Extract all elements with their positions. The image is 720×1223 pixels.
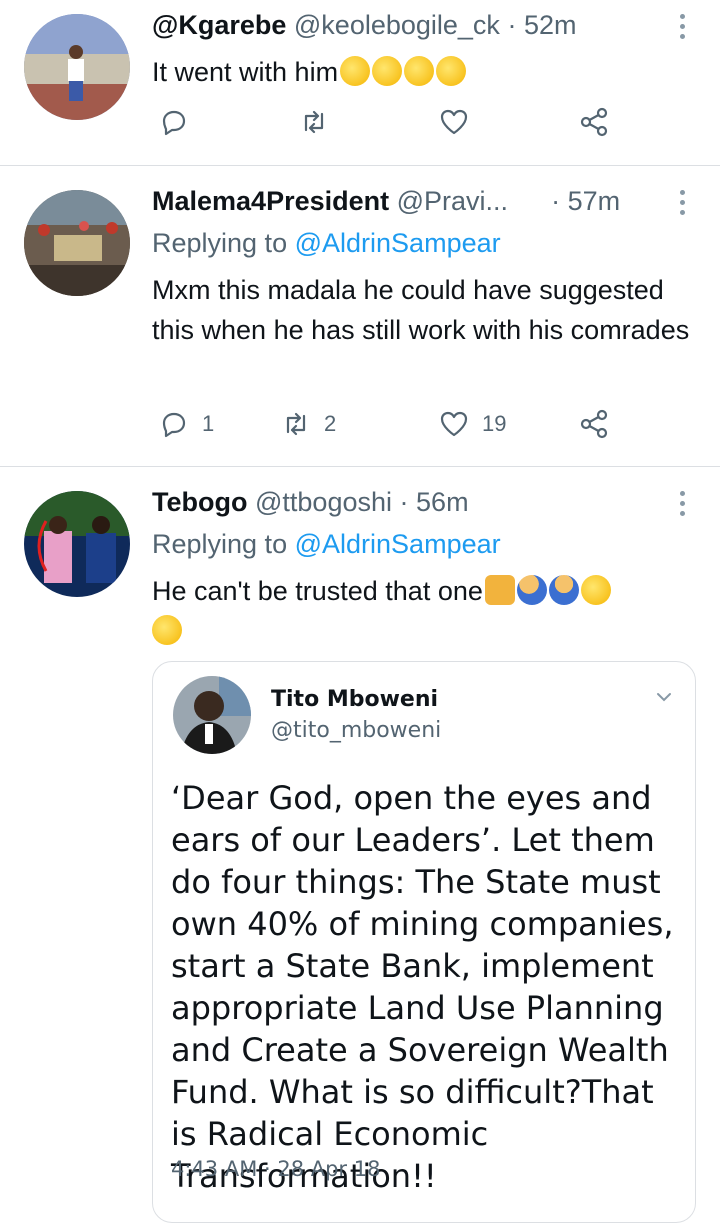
quoted-tweet[interactable]: Tito Mboweni @tito_mboweni ‘Dear God, op… — [152, 661, 696, 1223]
avatar[interactable] — [24, 491, 130, 597]
tweet-kgarebe[interactable]: @Kgarebe @keolebogile_ck · 52m It went w… — [0, 0, 720, 165]
man-shrugging-icon — [548, 575, 579, 605]
like-count: 19 — [482, 411, 507, 436]
retweet-icon — [286, 412, 306, 436]
avatar[interactable] — [173, 676, 251, 754]
replying-prefix: Replying to — [152, 228, 288, 258]
display-name[interactable]: @Kgarebe — [152, 10, 286, 40]
user-handle[interactable]: @Pravi... — [397, 186, 508, 216]
smirking-face-icon — [580, 575, 611, 605]
like-button[interactable]: 19 — [438, 408, 506, 440]
user-handle[interactable]: @ttbogoshi — [255, 487, 392, 517]
chevron-down-icon[interactable] — [655, 688, 673, 706]
heart-icon — [440, 411, 468, 437]
reply-button[interactable] — [158, 106, 202, 138]
share-icon — [580, 409, 608, 439]
timestamp[interactable]: 57m — [568, 186, 621, 216]
rolling-on-floor-laughing-icon — [404, 56, 435, 86]
replying-to: Replying to @AldrinSampear — [152, 529, 501, 560]
grinning-squinting-face-icon — [152, 615, 182, 645]
retweet-button[interactable]: 2 — [280, 408, 336, 440]
tweet-tebogo[interactable]: Tebogo @ttbogoshi · 56m Replying to @Ald… — [0, 467, 720, 1223]
heart-icon — [440, 109, 468, 135]
avatar[interactable] — [24, 14, 130, 120]
rolling-on-floor-laughing-icon — [340, 56, 371, 86]
quoted-tweet-text: ‘Dear God, open the eyes and ears of our… — [171, 779, 674, 1195]
display-name[interactable]: Tebogo — [152, 487, 247, 517]
display-name[interactable]: Malema4President — [152, 186, 389, 216]
quoted-display-name[interactable]: Tito Mboweni — [271, 687, 438, 712]
more-options-icon[interactable] — [680, 491, 690, 516]
mention-link[interactable]: @AldrinSampear — [295, 228, 501, 258]
more-options-icon[interactable] — [680, 190, 690, 215]
share-button[interactable] — [578, 106, 610, 138]
quoted-timestamp: 4:43 AM · 28 Apr 18 — [171, 1157, 381, 1181]
tweet-body: He can't be trusted that one — [152, 576, 483, 606]
tweet-body: It went with him — [152, 57, 339, 87]
tweet-text: It went with him — [152, 52, 692, 92]
tweet-text: He can't be trusted that one — [152, 571, 692, 651]
timestamp[interactable]: 56m — [416, 487, 469, 517]
timestamp[interactable]: 52m — [524, 10, 577, 40]
retweet-button[interactable] — [298, 106, 342, 138]
like-button[interactable] — [438, 106, 482, 138]
replying-to: Replying to @AldrinSampear — [152, 228, 501, 259]
share-icon — [580, 107, 608, 137]
replying-prefix: Replying to — [152, 529, 288, 559]
tweet-malema4president[interactable]: Malema4President @Pravi... · 57m Replyin… — [0, 166, 720, 466]
retweet-icon — [304, 110, 324, 134]
share-button[interactable] — [578, 408, 610, 440]
reply-icon — [162, 412, 186, 438]
rolling-on-floor-laughing-icon — [436, 56, 467, 86]
mention-link[interactable]: @AldrinSampear — [295, 529, 501, 559]
user-handle[interactable]: @keolebogile_ck — [294, 10, 500, 40]
tweet-body: Mxm this madala he could have suggested … — [152, 275, 690, 345]
quoted-user-handle[interactable]: @tito_mboweni — [271, 718, 441, 743]
reply-button[interactable]: 1 — [158, 408, 214, 440]
avatar[interactable] — [24, 190, 130, 296]
separator-dot: · — [399, 487, 409, 517]
separator-dot: · — [507, 10, 517, 40]
woman-facepalming-icon — [516, 575, 547, 605]
separator-dot: · — [551, 186, 561, 216]
more-options-icon[interactable] — [680, 14, 690, 39]
reply-count: 1 — [202, 411, 215, 436]
retweet-count: 2 — [324, 411, 337, 436]
rolling-on-floor-laughing-icon — [372, 56, 403, 86]
reply-icon — [162, 110, 186, 136]
backhand-index-pointing-down-icon — [484, 575, 515, 605]
